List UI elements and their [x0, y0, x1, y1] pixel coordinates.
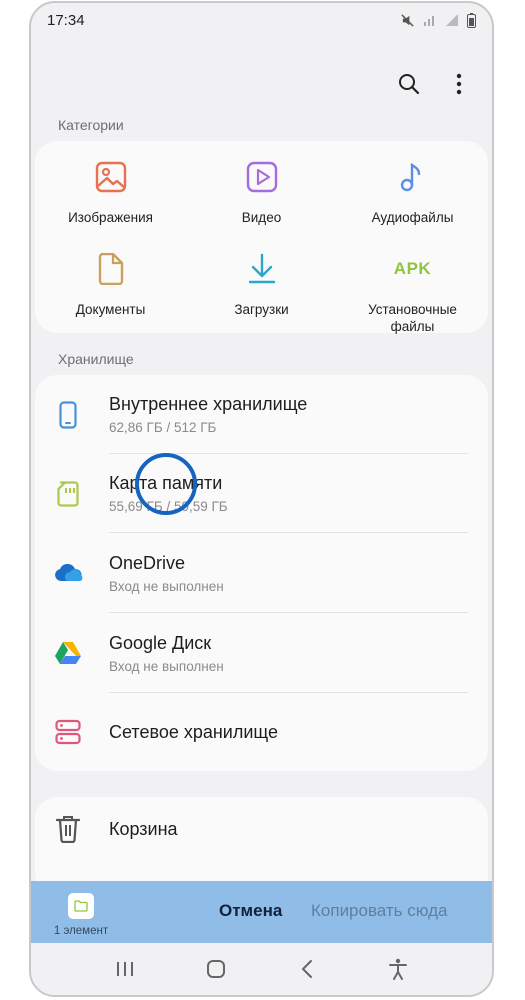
storage-status: Вход не выполнен	[109, 658, 224, 674]
storage-title: Google Диск	[109, 632, 212, 653]
category-label: Документы	[75, 302, 146, 317]
storage-title: Карта памяти	[109, 473, 223, 493]
back-icon	[300, 959, 314, 984]
phone-icon	[53, 400, 83, 429]
apk-icon: APK	[393, 259, 432, 278]
category-images[interactable]: Изображения	[35, 159, 186, 251]
storage-card: Внутреннее хранилище 62,86 ГБ / 512 ГБ К…	[35, 375, 488, 771]
categories-card: Изображения Видео Аудиофайлы Документы З…	[35, 141, 488, 334]
storage-item-sd-card[interactable]: Карта памяти 55,69 ГБ / 59,59 ГБ	[35, 454, 488, 533]
recent-apps-icon	[116, 960, 134, 983]
category-apk[interactable]: APK Установочные файлы	[337, 251, 488, 361]
accessibility-button[interactable]	[383, 956, 413, 986]
category-downloads[interactable]: Загрузки	[186, 251, 337, 361]
storage-item-onedrive[interactable]: OneDrive Вход не выполнен	[35, 533, 488, 613]
category-label: Изображения	[68, 210, 153, 225]
storage-title: Сетевое хранилище	[109, 721, 279, 742]
storage-heading: Хранилище	[58, 351, 134, 367]
trash-title: Корзина	[109, 818, 178, 839]
folder-icon	[68, 893, 94, 919]
storage-usage: 62,86 ГБ / 512 ГБ	[109, 420, 217, 435]
storage-title: Внутреннее хранилище	[109, 394, 308, 414]
category-label: Видео	[241, 210, 282, 225]
category-video[interactable]: Видео	[186, 159, 337, 251]
home-icon	[206, 959, 226, 984]
storage-item-network[interactable]: Сетевое хранилище	[35, 693, 488, 771]
signal-icon	[423, 13, 437, 27]
recent-apps-button[interactable]	[110, 956, 140, 986]
storage-status: Вход не выполнен	[109, 578, 224, 594]
trash-icon	[53, 815, 83, 843]
video-icon	[244, 159, 280, 195]
cancel-button[interactable]: Отмена	[219, 901, 282, 921]
onedrive-icon	[53, 563, 83, 583]
search-icon	[398, 73, 420, 100]
home-button[interactable]	[201, 956, 231, 986]
battery-icon	[467, 12, 476, 28]
selected-items[interactable]: 1 элемент	[51, 893, 111, 937]
phone-frame: 17:34 Категории Изображения Видео Аудиоф…	[29, 1, 494, 997]
category-documents[interactable]: Документы	[35, 251, 186, 361]
storage-item-google-drive[interactable]: Google Диск Вход не выполнен	[35, 613, 488, 693]
search-button[interactable]	[396, 73, 422, 99]
selected-count: 1 элемент	[53, 925, 109, 937]
top-actions	[396, 73, 472, 99]
category-audio[interactable]: Аудиофайлы	[337, 159, 488, 251]
document-icon	[93, 251, 129, 287]
storage-usage: 55,69 ГБ / 59,59 ГБ	[109, 499, 228, 514]
accessibility-icon	[388, 958, 408, 985]
audio-icon	[395, 159, 431, 195]
google-drive-icon	[53, 641, 83, 665]
signal-icon-2	[445, 13, 459, 27]
back-button[interactable]	[292, 956, 322, 986]
image-icon	[93, 159, 129, 195]
category-label: Загрузки	[234, 302, 289, 317]
more-options-button[interactable]	[446, 73, 472, 99]
trash-item[interactable]: Корзина	[35, 797, 488, 861]
storage-title: OneDrive	[109, 552, 186, 573]
copy-here-button[interactable]: Копировать сюда	[311, 901, 448, 921]
status-bar: 17:34	[31, 3, 492, 37]
mute-icon	[400, 13, 415, 28]
categories-heading: Категории	[58, 117, 124, 133]
status-time: 17:34	[47, 11, 85, 29]
category-label: Установочные файлы	[368, 302, 457, 334]
sd-card-icon	[53, 480, 83, 507]
copy-action-bar: 1 элемент Отмена Копировать сюда	[31, 881, 492, 943]
more-vert-icon	[456, 73, 462, 100]
navigation-bar	[31, 943, 492, 995]
category-label: Аудиофайлы	[371, 210, 454, 225]
download-icon	[244, 251, 280, 287]
network-storage-icon	[53, 719, 83, 745]
status-icons	[400, 12, 476, 28]
storage-item-internal[interactable]: Внутреннее хранилище 62,86 ГБ / 512 ГБ	[35, 375, 488, 454]
